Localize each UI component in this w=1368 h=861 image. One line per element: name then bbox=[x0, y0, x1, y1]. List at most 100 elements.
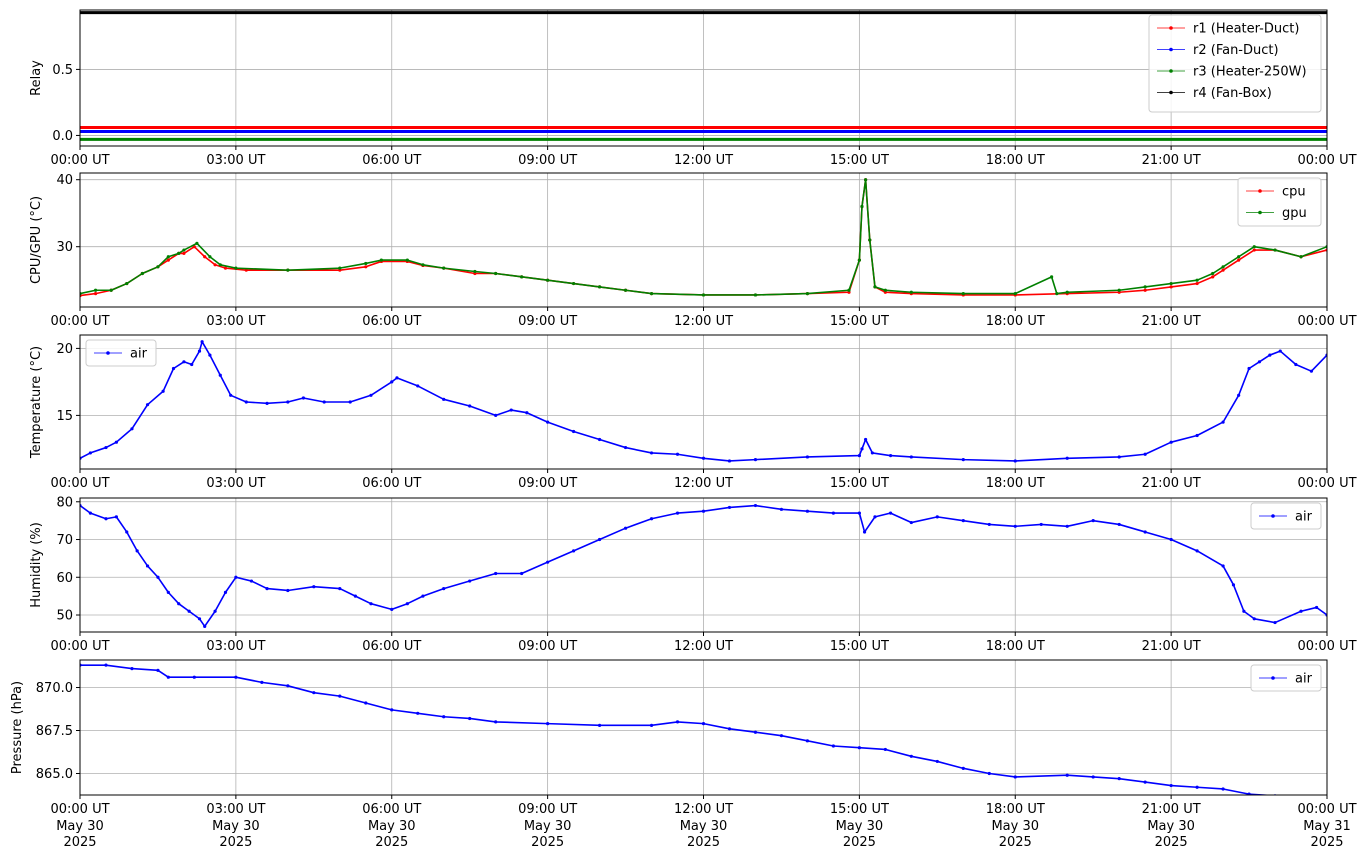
data-point bbox=[727, 727, 732, 731]
data-point bbox=[104, 517, 108, 521]
data-point bbox=[597, 723, 602, 727]
data-point bbox=[520, 275, 524, 279]
x-tick-date-label: May 30 bbox=[524, 819, 572, 834]
data-point bbox=[1299, 255, 1303, 259]
x-tick-label: 00:00 UT bbox=[1297, 153, 1356, 168]
data-point bbox=[338, 586, 342, 591]
x-tick-label: 12:00 UT bbox=[674, 476, 733, 491]
data-point bbox=[468, 716, 472, 721]
data-point bbox=[1091, 775, 1095, 779]
data-point bbox=[623, 445, 628, 450]
data-point bbox=[182, 248, 186, 252]
data-point bbox=[888, 511, 893, 515]
data-point bbox=[125, 281, 129, 286]
y-axis-label: Pressure (hPa) bbox=[10, 681, 25, 774]
data-point bbox=[405, 258, 409, 262]
data-point bbox=[130, 667, 134, 671]
legend: cpu gpu bbox=[1237, 177, 1322, 227]
data-point bbox=[223, 590, 228, 594]
legend-swatch-marker bbox=[1169, 69, 1173, 73]
data-point bbox=[961, 292, 965, 296]
legend-swatch-marker bbox=[1169, 26, 1173, 30]
y-tick-label: 60 bbox=[56, 571, 73, 586]
data-point bbox=[234, 675, 238, 679]
x-tick-label: 00:00 UT bbox=[50, 639, 109, 654]
data-point bbox=[1268, 353, 1272, 357]
y-tick-label: 70 bbox=[56, 533, 73, 548]
x-tick-label: 06:00 UT bbox=[362, 802, 421, 817]
data-point bbox=[177, 602, 181, 606]
legend-entry: air bbox=[1295, 510, 1313, 525]
x-tick-label: 12:00 UT bbox=[674, 639, 733, 654]
data-point bbox=[161, 389, 165, 393]
x-tick-date-label: 2025 bbox=[999, 835, 1032, 850]
legend-swatch-marker bbox=[106, 351, 110, 355]
x-tick-label: 15:00 UT bbox=[830, 153, 889, 168]
x-tick-date-label: May 30 bbox=[680, 819, 728, 834]
data-point bbox=[348, 400, 352, 404]
data-point bbox=[200, 340, 204, 344]
data-point bbox=[322, 400, 326, 404]
x-tick-date-label: 2025 bbox=[1310, 835, 1343, 850]
data-point bbox=[195, 241, 199, 245]
x-tick-label: 03:00 UT bbox=[206, 314, 265, 329]
y-tick-label: 865.0 bbox=[36, 767, 73, 782]
data-point bbox=[779, 734, 784, 738]
data-point bbox=[961, 519, 965, 523]
data-point bbox=[390, 607, 394, 611]
x-tick-label: 15:00 UT bbox=[830, 639, 889, 654]
x-tick-label: 03:00 UT bbox=[206, 476, 265, 491]
data-point bbox=[442, 586, 446, 591]
x-tick-label: 00:00 UT bbox=[1297, 639, 1356, 654]
data-point bbox=[1299, 609, 1303, 613]
data-point bbox=[135, 549, 139, 553]
legend-entry: r4 (Fan-Box) bbox=[1193, 86, 1272, 101]
data-point bbox=[546, 560, 550, 564]
x-tick-label: 00:00 UT bbox=[50, 153, 109, 168]
data-point bbox=[1221, 564, 1225, 568]
legend-swatch-marker bbox=[1271, 514, 1275, 518]
data-point bbox=[265, 586, 269, 591]
data-point bbox=[909, 455, 913, 459]
data-point bbox=[494, 413, 498, 417]
data-point bbox=[93, 288, 98, 292]
x-tick-label: 21:00 UT bbox=[1142, 476, 1201, 491]
data-point bbox=[213, 609, 217, 613]
data-point bbox=[1065, 773, 1069, 777]
data-point bbox=[987, 522, 991, 527]
data-point bbox=[1117, 455, 1121, 459]
data-point bbox=[301, 396, 306, 400]
data-point bbox=[1169, 281, 1173, 286]
data-point bbox=[805, 739, 810, 743]
x-tick-label: 21:00 UT bbox=[1142, 802, 1201, 817]
data-point bbox=[390, 380, 394, 384]
data-point bbox=[1143, 530, 1147, 534]
data-point bbox=[114, 515, 118, 519]
data-point bbox=[1195, 785, 1199, 789]
data-point bbox=[753, 458, 758, 462]
data-point bbox=[1278, 349, 1282, 353]
data-point bbox=[369, 393, 373, 397]
x-tick-label: 15:00 UT bbox=[830, 476, 889, 491]
data-point bbox=[525, 411, 529, 415]
data-point bbox=[1221, 420, 1225, 424]
x-tick-label: 00:00 UT bbox=[1297, 802, 1356, 817]
y-axis-label: Humidity (%) bbox=[29, 522, 44, 608]
data-point bbox=[364, 701, 368, 705]
data-point bbox=[218, 263, 222, 267]
legend-swatch-marker bbox=[1258, 189, 1262, 193]
x-tick-label: 06:00 UT bbox=[362, 153, 421, 168]
legend-swatch-marker bbox=[1271, 676, 1275, 680]
data-point bbox=[868, 238, 872, 242]
data-point bbox=[442, 266, 446, 270]
data-point bbox=[130, 427, 134, 431]
data-point bbox=[265, 401, 269, 405]
x-tick-label: 03:00 UT bbox=[206, 153, 265, 168]
data-point bbox=[203, 624, 207, 628]
data-point bbox=[1013, 459, 1017, 463]
data-point bbox=[873, 515, 877, 519]
data-point bbox=[494, 720, 498, 724]
data-point bbox=[1143, 452, 1147, 456]
x-tick-label: 00:00 UT bbox=[50, 476, 109, 491]
data-point bbox=[1273, 620, 1277, 625]
